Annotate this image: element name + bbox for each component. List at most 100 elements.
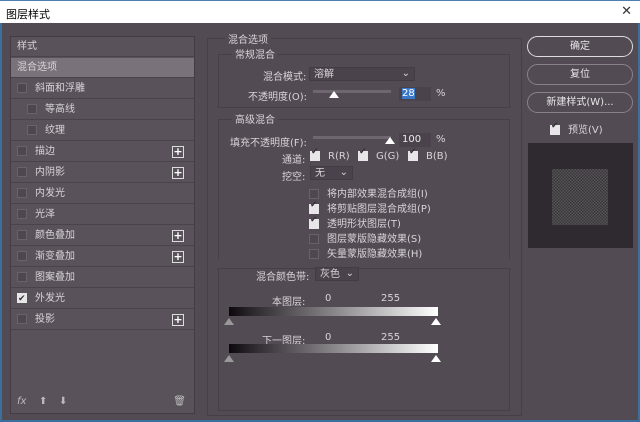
advanced-option-checkbox[interactable]	[309, 200, 319, 214]
channel-g[interactable]: G(G)	[358, 147, 400, 162]
opacity-slider-thumb[interactable]	[329, 91, 339, 98]
sidebar-item[interactable]: 斜面和浮雕	[11, 79, 194, 99]
opacity-slider[interactable]	[313, 90, 391, 93]
preview-checkbox[interactable]	[550, 121, 560, 135]
sidebar-item-label: 图案叠加	[35, 272, 75, 283]
sidebar-item-label: 光泽	[35, 209, 55, 220]
underlying-white-thumb[interactable]	[431, 355, 441, 362]
reset-button[interactable]: 复位	[527, 64, 633, 85]
opacity-value: 28	[402, 88, 415, 99]
sidebar-item[interactable]: 图案叠加	[11, 268, 194, 288]
advanced-option-label: 透明形状图层(T)	[327, 219, 401, 230]
fill-opacity-label: 填充不透明度(F):	[230, 138, 307, 149]
channel-b-checkbox[interactable]	[408, 147, 418, 161]
channel-r-checkbox[interactable]	[310, 147, 320, 161]
opacity-input[interactable]: 28	[399, 87, 431, 101]
advanced-option[interactable]: 将内部效果混合成组(I)	[309, 185, 428, 200]
sidebar-item-checkbox[interactable]	[17, 188, 27, 198]
fill-opacity-input[interactable]: 100	[399, 133, 431, 147]
sidebar-header: 样式	[11, 37, 194, 57]
add-effect-icon[interactable]: +	[172, 314, 184, 326]
advanced-option-checkbox[interactable]	[309, 234, 319, 244]
underlying-black-thumb[interactable]	[224, 355, 234, 362]
sidebar-item-label: 纹理	[45, 125, 65, 136]
sidebar-item-checkbox[interactable]	[17, 289, 27, 309]
sidebar-item-checkbox[interactable]	[17, 146, 27, 156]
channel-g-checkbox[interactable]	[358, 147, 368, 161]
this-layer-min: 0	[325, 293, 332, 304]
sidebar-item-checkbox[interactable]	[17, 230, 27, 240]
sidebar-item[interactable]: 描边 +	[11, 142, 194, 162]
knockout-select[interactable]: 无 ⌄	[310, 166, 353, 180]
knockout-value: 无	[315, 168, 325, 179]
move-down-icon[interactable]: ⬇	[59, 396, 67, 407]
sidebar-item[interactable]: 投影 +	[11, 310, 194, 330]
chevron-down-icon: ⌄	[339, 167, 348, 178]
fx-icon[interactable]: fx	[17, 396, 26, 407]
trash-icon[interactable]: 🗑	[173, 396, 186, 407]
channel-r[interactable]: R(R)	[310, 147, 350, 162]
advanced-option[interactable]: 矢量蒙版隐藏效果(H)	[309, 245, 422, 260]
this-layer-gradient	[229, 307, 438, 316]
channel-b[interactable]: B(B)	[408, 147, 448, 162]
fill-opacity-slider-thumb[interactable]	[385, 137, 395, 144]
sidebar-item-label: 内阴影	[35, 167, 65, 178]
knockout-label: 挖空:	[282, 172, 306, 183]
sidebar-item-checkbox[interactable]	[17, 272, 27, 282]
channel-g-label: G(G)	[376, 151, 400, 162]
sidebar-item[interactable]: 内阴影 +	[11, 163, 194, 183]
advanced-option-checkbox[interactable]	[309, 215, 319, 229]
blend-if-label: 混合颜色带:	[256, 272, 310, 283]
sidebar-item[interactable]: 渐变叠加 +	[11, 247, 194, 267]
underlying-layer-min: 0	[325, 332, 332, 343]
sidebar-item[interactable]: 混合选项	[11, 58, 194, 78]
advanced-option[interactable]: 透明形状图层(T)	[309, 215, 401, 230]
styles-sidebar: 样式 fx ⬆ ⬇ 🗑 混合选项 斜面和浮雕 等高线纹理描边 + 内阴影 + 内发光光泽颜色…	[10, 36, 195, 414]
blend-if-select[interactable]: 灰色 ⌄	[315, 267, 359, 281]
advanced-option[interactable]: 将剪贴图层混合成组(P)	[309, 200, 431, 215]
sidebar-item-label: 颜色叠加	[35, 230, 75, 241]
move-up-icon[interactable]: ⬆	[39, 396, 47, 407]
advanced-option-checkbox[interactable]	[309, 249, 319, 259]
underlying-layer-gradient	[229, 344, 438, 353]
fill-opacity-slider[interactable]	[313, 136, 391, 139]
advanced-option-checkbox[interactable]	[309, 189, 319, 199]
this-layer-black-thumb[interactable]	[224, 318, 234, 325]
advanced-option[interactable]: 图层蒙版隐藏效果(S)	[309, 230, 421, 245]
advanced-option-label: 图层蒙版隐藏效果(S)	[327, 234, 422, 245]
sidebar-item-checkbox[interactable]	[27, 125, 37, 135]
sidebar-item[interactable]: 光泽	[11, 205, 194, 225]
underlying-layer-max: 255	[381, 332, 401, 343]
blend-mode-select[interactable]: 溶解 ⌄	[309, 67, 415, 81]
sidebar-item-checkbox[interactable]	[27, 104, 37, 114]
close-icon[interactable]: ✕	[621, 4, 632, 19]
blend-mode-value: 溶解	[314, 69, 334, 80]
add-effect-icon[interactable]: +	[172, 146, 184, 158]
add-effect-icon[interactable]: +	[172, 230, 184, 242]
blend-mode-label: 混合模式:	[263, 72, 307, 83]
sidebar-item-label: 投影	[35, 314, 55, 325]
sidebar-item[interactable]: 内发光	[11, 184, 194, 204]
sidebar-item[interactable]: 纹理	[11, 121, 194, 141]
sidebar-item[interactable]: 颜色叠加 +	[11, 226, 194, 246]
new-style-button[interactable]: 新建样式(W)...	[527, 92, 633, 113]
sidebar-item-checkbox[interactable]	[17, 167, 27, 177]
preview-swatch	[552, 169, 608, 225]
add-effect-icon[interactable]: +	[172, 251, 184, 263]
style-preview-thumbnail	[528, 143, 633, 248]
advanced-option-label: 将剪贴图层混合成组(P)	[327, 204, 431, 215]
sidebar-item[interactable]: 外发光	[11, 289, 194, 309]
channels-label: 通道:	[282, 155, 306, 166]
sidebar-item-checkbox[interactable]	[17, 209, 27, 219]
sidebar-item-checkbox[interactable]	[17, 251, 27, 261]
this-layer-white-thumb[interactable]	[431, 318, 441, 325]
sidebar-item[interactable]: 等高线	[11, 100, 194, 120]
sidebar-item-label: 渐变叠加	[35, 251, 75, 262]
sidebar-item-checkbox[interactable]	[17, 314, 27, 324]
ok-button[interactable]: 确定	[527, 36, 633, 57]
sidebar-item-checkbox[interactable]	[17, 83, 27, 93]
preview-toggle[interactable]: 预览(V)	[550, 121, 603, 136]
add-effect-icon[interactable]: +	[172, 167, 184, 179]
advanced-blending-title: 高级混合	[232, 111, 278, 126]
opacity-label: 不透明度(O):	[248, 92, 308, 103]
